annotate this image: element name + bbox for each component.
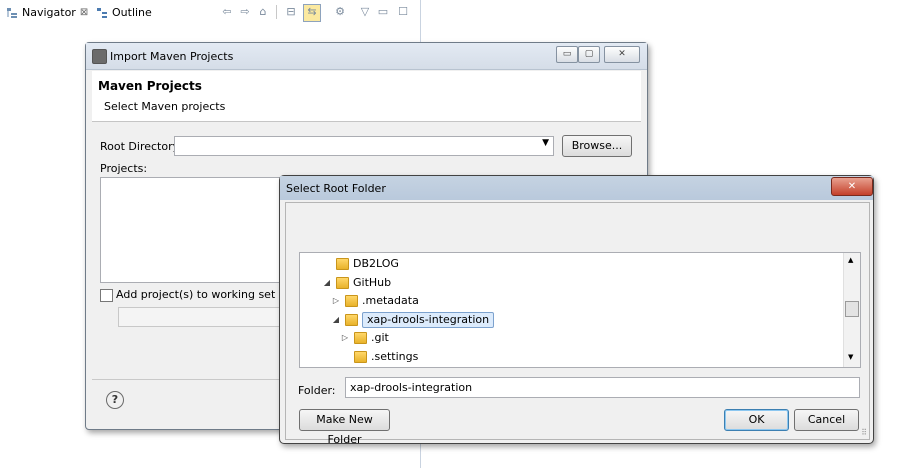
- page-title: Maven Projects: [98, 79, 202, 93]
- tree-item-label: GitHub: [353, 275, 392, 289]
- back-arrow-icon[interactable]: ⇦: [220, 5, 234, 19]
- tree-scrollbar[interactable]: ▲ ▼: [843, 253, 860, 367]
- folder-icon: [345, 313, 358, 326]
- ok-button[interactable]: OK: [724, 409, 789, 431]
- expand-toggle-icon[interactable]: ▷: [331, 292, 341, 310]
- page-description: Select Maven projects: [104, 100, 226, 113]
- expand-toggle-icon[interactable]: ◢: [331, 311, 341, 329]
- wizard-banner: Maven Projects Select Maven projects: [92, 71, 641, 122]
- close-button[interactable]: ✕: [831, 177, 873, 196]
- import-dialog-titlebar: Import Maven Projects ▭ ▢ ✕: [86, 43, 647, 70]
- tree-item-label: xap-drools-integration: [362, 311, 495, 328]
- folder-icon: [345, 295, 358, 307]
- folder-label: Folder:: [298, 384, 336, 397]
- view-menu-icon[interactable]: ▽: [358, 5, 372, 19]
- collapse-all-icon[interactable]: ⊟: [284, 5, 298, 19]
- home-icon[interactable]: ⌂: [256, 5, 270, 19]
- folder-input[interactable]: xap-drools-integration: [345, 377, 860, 398]
- tab-outline-label: Outline: [112, 6, 152, 19]
- folder-input-value: xap-drools-integration: [350, 381, 473, 394]
- tree-item-label: .metadata: [362, 294, 419, 307]
- tree-item[interactable]: .settings: [340, 348, 418, 366]
- tree-item[interactable]: ◢ GitHub: [322, 274, 391, 292]
- root-directory-label: Root Directory:: [100, 140, 183, 153]
- root-directory-combo[interactable]: ▼: [174, 136, 554, 156]
- outline-icon: [96, 7, 108, 19]
- maven-icon: [92, 49, 107, 64]
- help-icon[interactable]: ?: [106, 391, 124, 409]
- tab-navigator[interactable]: Navigator ⊠: [6, 4, 88, 22]
- scrollbar-thumb[interactable]: [845, 301, 859, 317]
- close-button[interactable]: ✕: [604, 46, 640, 63]
- folder-dialog-client: DB2LOG ◢ GitHub ▷ .metadata ◢ xap-drools-integ…: [285, 202, 870, 446]
- working-set-label: Add project(s) to working set: [116, 288, 276, 301]
- tree-item-label: .settings: [371, 349, 419, 363]
- expand-toggle-icon[interactable]: ◢: [322, 274, 332, 292]
- tab-outline[interactable]: Outline: [96, 4, 152, 22]
- tree-item[interactable]: ◢ xap-drools-integration: [331, 311, 495, 329]
- navigator-icon: [6, 7, 18, 19]
- tree-item[interactable]: DB2LOG: [322, 255, 399, 273]
- tree-item[interactable]: ▷ .git: [340, 329, 389, 347]
- cancel-button[interactable]: Cancel: [794, 409, 859, 431]
- tree-item-label: DB2LOG: [353, 257, 399, 270]
- browse-button[interactable]: Browse...: [562, 135, 632, 157]
- folder-icon: [336, 258, 349, 270]
- link-with-editor-icon[interactable]: ⇆: [303, 4, 321, 22]
- maximize-button[interactable]: ▢: [578, 46, 600, 63]
- folder-dialog-titlebar: Select Root Folder ✕: [280, 176, 873, 200]
- folder-tree[interactable]: DB2LOG ◢ GitHub ▷ .metadata ◢ xap-drools-integ…: [299, 252, 861, 368]
- chevron-down-icon[interactable]: ▼: [542, 138, 549, 148]
- folder-icon: [354, 350, 367, 363]
- minimize-icon[interactable]: ▭: [376, 5, 390, 19]
- close-icon[interactable]: ⊠: [80, 4, 88, 22]
- select-root-folder-dialog: Select Root Folder ✕ DB2LOG ◢ GitHub ▷ .meta…: [279, 175, 874, 446]
- toolbar-divider: [276, 5, 277, 19]
- projects-label: Projects:: [100, 162, 148, 175]
- resize-grip-icon[interactable]: ⠿: [861, 428, 867, 437]
- scroll-down-icon[interactable]: ▼: [848, 353, 853, 361]
- maximize-icon[interactable]: ☐: [396, 5, 410, 19]
- tree-item-label: .git: [371, 331, 389, 344]
- tab-navigator-label: Navigator: [22, 6, 76, 19]
- scroll-up-icon[interactable]: ▲: [848, 256, 853, 264]
- import-dialog-title: Import Maven Projects: [110, 50, 234, 63]
- make-new-folder-button[interactable]: Make New Folder: [299, 409, 390, 446]
- filter-icon[interactable]: ⚙: [333, 5, 347, 19]
- tree-item[interactable]: ▷ .metadata: [331, 292, 419, 310]
- projects-list[interactable]: [100, 177, 282, 283]
- forward-arrow-icon[interactable]: ⇨: [238, 5, 252, 19]
- folder-icon: [354, 332, 367, 344]
- folder-icon: [336, 276, 349, 289]
- view-tab-bar: Navigator ⊠ Outline ⇦ ⇨ ⌂ ⊟ ⇆ ⚙ ▽ ▭ ☐: [0, 0, 420, 26]
- minimize-button[interactable]: ▭: [556, 46, 578, 63]
- expand-toggle-icon[interactable]: ▷: [340, 329, 350, 347]
- working-set-checkbox[interactable]: [100, 289, 113, 302]
- folder-dialog-title: Select Root Folder: [286, 182, 386, 195]
- working-set-combo[interactable]: [118, 307, 284, 327]
